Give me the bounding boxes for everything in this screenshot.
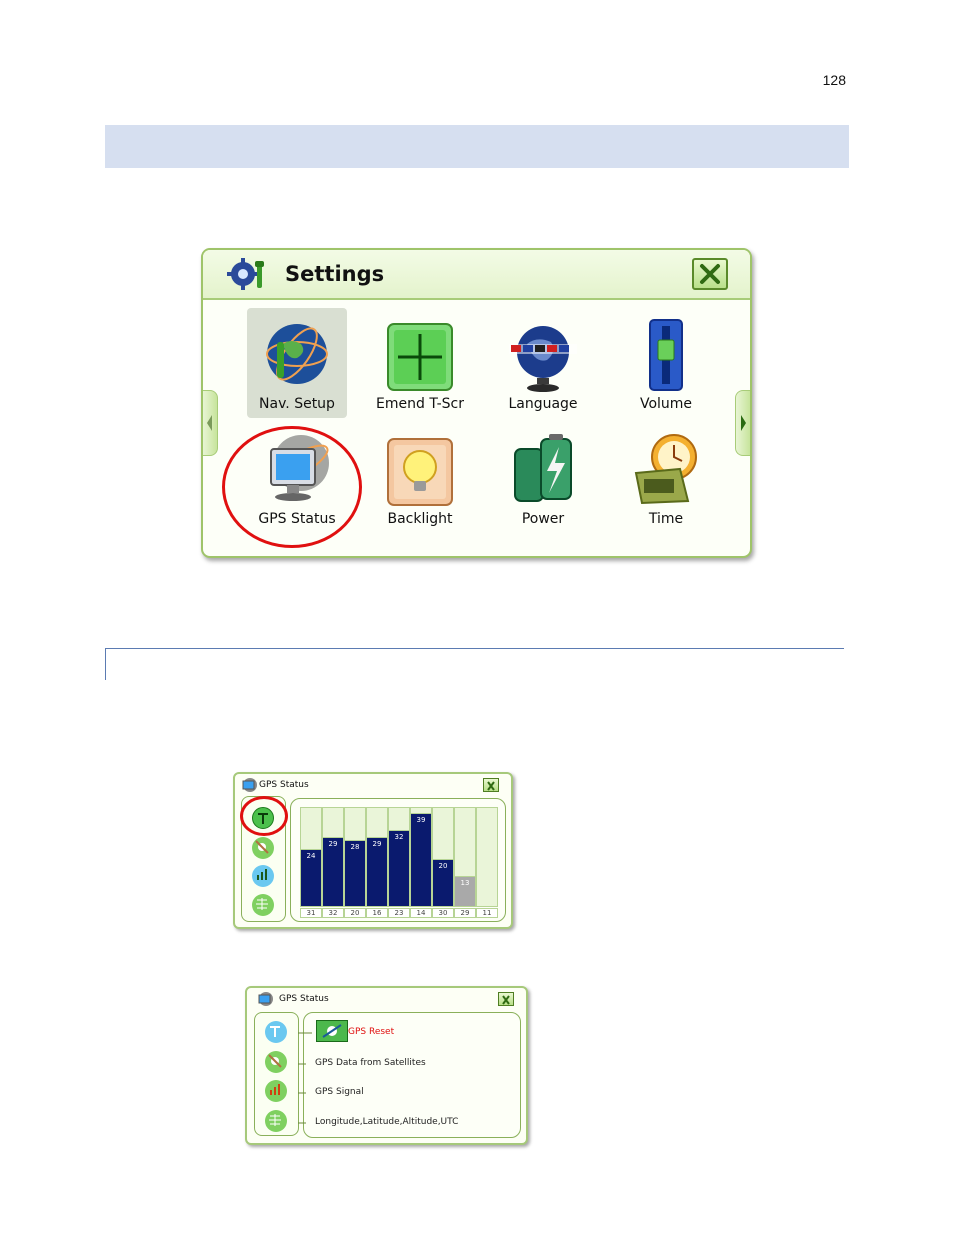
settings-item-time[interactable]: Time	[616, 423, 716, 533]
gps-monitor-icon	[258, 992, 273, 1006]
section-header-band	[105, 125, 849, 168]
close-icon	[487, 781, 495, 791]
signal-value: 24	[306, 852, 316, 860]
settings-item-label: Emend T-Scr	[376, 396, 464, 412]
settings-item-label: Time	[648, 511, 684, 527]
signal-bar: 28	[344, 840, 366, 907]
lightbulb-icon	[387, 438, 453, 506]
close-icon	[502, 995, 510, 1005]
satellite-column	[476, 807, 498, 907]
settings-header: Settings	[203, 250, 750, 300]
satellite-id: 14	[410, 908, 432, 918]
option-coordinates[interactable]: Longitude,Latitude,Altitude,UTC	[315, 1117, 458, 1127]
settings-item-emend-t-scr[interactable]: Emend T-Scr	[370, 308, 470, 418]
satellite-icon	[255, 840, 269, 854]
satellite-icon	[268, 1054, 282, 1068]
volume-slider-icon	[649, 319, 683, 391]
signal-bars-icon	[257, 869, 267, 880]
signal-bar: 29	[366, 837, 388, 907]
signal-bar: 24	[300, 849, 322, 907]
settings-item-power[interactable]: Power	[493, 423, 593, 533]
signal-value: 29	[372, 840, 382, 848]
page-number: 128	[822, 72, 846, 88]
satellite-id: 30	[432, 908, 454, 918]
section-divider	[105, 648, 844, 680]
close-button[interactable]	[483, 778, 499, 792]
gps-status-signal-window: GPS Status 24 31 29 32 28 20 29 16 32 23 39 14 20 30 1…	[233, 772, 513, 929]
satellite-id: 11	[476, 908, 498, 918]
satellite-id: 29	[454, 908, 476, 918]
close-button[interactable]	[498, 992, 514, 1006]
next-page-button[interactable]	[735, 390, 750, 456]
gps-coordinates-button[interactable]	[252, 894, 274, 916]
signal-bar: 29	[322, 837, 344, 907]
settings-item-label: Power	[521, 511, 565, 527]
signal-value: 39	[416, 816, 426, 824]
grid-globe-icon	[256, 898, 268, 910]
arrow-left-icon	[207, 415, 212, 431]
settings-gear-icon	[227, 258, 264, 290]
signal-value: 29	[328, 840, 338, 848]
option-gps-reset[interactable]: GPS Reset	[348, 1027, 394, 1037]
satellite-id: 20	[344, 908, 366, 918]
settings-title: Settings	[285, 262, 385, 286]
highlight-circle	[240, 796, 288, 836]
gps-reset-icon	[270, 1026, 280, 1037]
option-gps-data[interactable]: GPS Data from Satellites	[315, 1058, 426, 1068]
satellite-id: 23	[388, 908, 410, 918]
signal-bar: 13	[454, 876, 476, 907]
close-button[interactable]	[692, 258, 728, 290]
gps-window-title: GPS Status	[279, 994, 329, 1004]
settings-item-nav-setup[interactable]: Nav. Setup	[247, 308, 347, 418]
satellite-id: 31	[300, 908, 322, 918]
gps-options-panel: GPS Reset GPS Data from Satellites GPS S…	[298, 1012, 521, 1138]
gps-signal-button[interactable]	[252, 865, 274, 887]
clock-calendar-icon	[634, 434, 697, 505]
settings-item-label: Volume	[639, 396, 693, 412]
gps-status-menu-window: GPS Status GPS Reset GPS Data from Satel…	[245, 986, 528, 1145]
highlight-circle	[222, 426, 362, 548]
settings-item-backlight[interactable]: Backlight	[370, 423, 470, 533]
globe-flags-icon	[509, 326, 577, 392]
gps-signal-panel: 24 31 29 32 28 20 29 16 32 23 39 14 20 30 13 29 11	[290, 798, 506, 922]
signal-value: 28	[350, 843, 360, 851]
globe-wrench-icon	[266, 324, 328, 384]
settings-item-volume[interactable]: Volume	[616, 308, 716, 418]
signal-value: 20	[438, 862, 448, 870]
satellite-id: 16	[366, 908, 388, 918]
gps-reset-icon-box	[316, 1020, 348, 1042]
battery-icon	[514, 434, 572, 502]
satellite-signal-chart: 24 31 29 32 28 20 29 16 32 23 39 14 20 30 13 29 11	[300, 807, 498, 919]
satellite-dish-icon	[322, 1024, 342, 1038]
arrow-right-icon	[741, 415, 746, 431]
signal-bar: 20	[432, 859, 454, 907]
settings-item-label: Language	[508, 396, 578, 412]
grid-globe-icon	[269, 1114, 281, 1126]
previous-page-button[interactable]	[203, 390, 218, 456]
gps-window-title: GPS Status	[259, 780, 309, 790]
gps-monitor-icon	[242, 778, 257, 792]
settings-item-label: Backlight	[387, 511, 453, 527]
close-icon	[700, 264, 720, 284]
signal-bar: 32	[388, 830, 410, 907]
crosshair-icon	[387, 323, 453, 391]
gps-data-button[interactable]	[252, 837, 274, 859]
settings-item-language[interactable]: Language	[493, 308, 593, 418]
satellite-id: 32	[322, 908, 344, 918]
signal-bar: 39	[410, 813, 432, 907]
settings-item-label: Nav. Setup	[259, 396, 335, 412]
signal-value: 32	[394, 833, 404, 841]
signal-value: 13	[460, 879, 470, 887]
connector-lines	[298, 1032, 312, 1124]
signal-bars-icon	[270, 1084, 280, 1095]
option-gps-signal[interactable]: GPS Signal	[315, 1087, 364, 1097]
